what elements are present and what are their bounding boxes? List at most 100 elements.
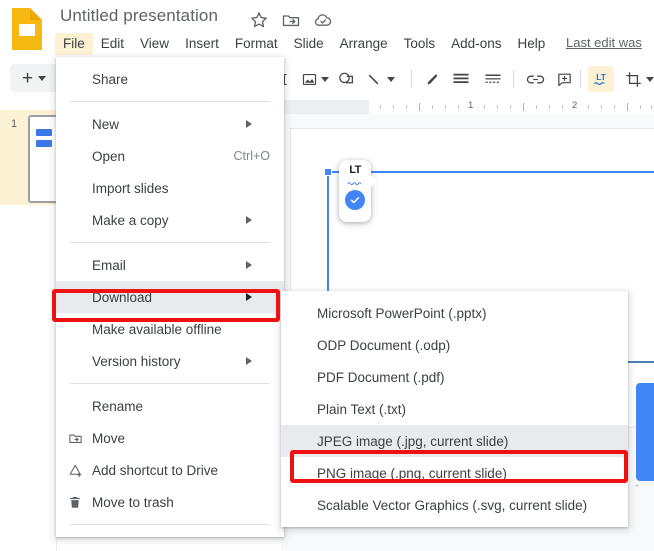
menu-item-shortcut: Ctrl+O <box>233 149 270 163</box>
plus-icon: + <box>21 67 34 89</box>
menu-item-make-a-copy[interactable]: Make a copy <box>56 204 284 236</box>
title-bar: Untitled presentation File Edit View Ins… <box>0 0 654 58</box>
selection-handle[interactable] <box>324 168 332 176</box>
horizontal-ruler[interactable]: 1 2 <box>281 100 654 114</box>
selection-outline-top <box>327 171 654 173</box>
submenu-item-pptx[interactable]: Microsoft PowerPoint (.pptx) <box>281 297 628 329</box>
language-tool-wave-icon <box>347 182 362 185</box>
submenu-arrow-icon <box>246 216 270 224</box>
align-icon[interactable] <box>451 66 471 92</box>
download-submenu[interactable]: Microsoft PowerPoint (.pptx) ODP Documen… <box>281 291 628 527</box>
menu-item-label: Make available offline <box>92 321 222 337</box>
file-menu-dropdown[interactable]: Share New Open Ctrl+O Import slides Make… <box>56 57 284 537</box>
menu-item-rename[interactable]: Rename <box>56 390 284 422</box>
menu-help[interactable]: Help <box>509 33 553 55</box>
menu-arrange[interactable]: Arrange <box>332 33 396 55</box>
menu-item-label: Move to trash <box>92 494 174 510</box>
move-to-folder-icon[interactable] <box>281 10 301 30</box>
menu-file[interactable]: File <box>55 33 93 55</box>
menu-item-label: Version history <box>92 353 181 369</box>
menu-item-label: Download <box>92 289 153 305</box>
slide-filmstrip[interactable]: 1 <box>0 100 68 551</box>
menu-divider <box>70 242 270 243</box>
submenu-item-png[interactable]: PNG image (.png, current slide) <box>281 457 628 489</box>
language-tool-chip[interactable]: LT <box>339 160 377 222</box>
toolbar-divider-2 <box>513 70 514 88</box>
submenu-item-svg[interactable]: Scalable Vector Graphics (.svg, current … <box>281 489 628 521</box>
menu-item-label: Add shortcut to Drive <box>92 462 219 478</box>
diagram-box[interactable] <box>636 383 654 481</box>
new-slide-button[interactable]: + <box>10 64 58 92</box>
crop-chevron-icon[interactable] <box>645 66 654 92</box>
submenu-item-pdf[interactable]: PDF Document (.pdf) <box>281 361 628 393</box>
alignment-guide <box>636 485 654 486</box>
submenu-item-label: PNG image (.png, current slide) <box>317 465 507 481</box>
submenu-arrow-icon <box>246 261 270 269</box>
submenu-item-label: PDF Document (.pdf) <box>317 369 445 385</box>
submenu-item-label: ODP Document (.odp) <box>317 337 451 353</box>
language-tool-icon[interactable]: LT <box>588 66 614 92</box>
menu-edit[interactable]: Edit <box>93 33 132 55</box>
google-slides-window: Untitled presentation File Edit View Ins… <box>0 0 654 551</box>
menu-addons[interactable]: Add-ons <box>443 33 509 55</box>
selection-outline-left <box>327 171 329 304</box>
line-chevron-icon[interactable] <box>386 66 396 92</box>
submenu-item-jpeg[interactable]: JPEG image (.jpg, current slide) <box>281 425 628 457</box>
menu-item-import-slides[interactable]: Import slides <box>56 172 284 204</box>
ruler-margin-area <box>281 100 369 114</box>
menu-divider <box>70 524 270 525</box>
chevron-down-icon[interactable] <box>38 75 47 81</box>
menu-item-move-to-trash[interactable]: Move to trash <box>56 486 284 518</box>
submenu-item-label: Microsoft PowerPoint (.pptx) <box>317 305 487 321</box>
menu-item-new[interactable]: New <box>56 108 284 140</box>
thumbnail-shape <box>36 140 52 147</box>
filmstrip-slide-1[interactable]: 1 <box>0 110 68 205</box>
svg-text:LT: LT <box>596 72 606 82</box>
menu-item-open[interactable]: Open Ctrl+O <box>56 140 284 172</box>
menu-item-move[interactable]: Move <box>56 422 284 454</box>
toolbar-divider <box>411 70 412 88</box>
menu-item-label: Share <box>92 71 129 87</box>
menu-insert[interactable]: Insert <box>177 33 227 55</box>
slides-logo-icon[interactable] <box>8 6 46 52</box>
ruler-label-1: 1 <box>468 100 474 111</box>
submenu-item-label: Plain Text (.txt) <box>317 401 407 417</box>
menu-item-add-shortcut-to-drive[interactable]: Add shortcut to Drive <box>56 454 284 486</box>
add-shortcut-icon <box>67 462 83 478</box>
insert-image-chevron-icon[interactable] <box>320 66 330 92</box>
line-icon[interactable] <box>364 66 382 92</box>
insert-link-icon[interactable] <box>525 66 545 92</box>
menu-item-version-history[interactable]: Version history <box>56 345 284 377</box>
last-edit-status[interactable]: Last edit was <box>566 35 642 50</box>
menu-tools[interactable]: Tools <box>396 33 444 55</box>
toolbar-divider-3 <box>580 70 581 88</box>
check-circle-icon[interactable] <box>345 190 365 210</box>
star-icon[interactable] <box>249 10 269 30</box>
pen-icon[interactable] <box>423 66 441 92</box>
insert-image-icon[interactable] <box>300 66 318 92</box>
comment-icon[interactable] <box>554 66 574 92</box>
ruler-label-2: 2 <box>572 100 578 111</box>
menu-divider <box>70 383 270 384</box>
menu-item-label: Email <box>92 257 126 273</box>
submenu-arrow-icon <box>246 120 270 128</box>
menu-item-label: Import slides <box>92 180 169 196</box>
line-spacing-icon[interactable] <box>483 66 503 92</box>
move-folder-icon <box>67 430 83 446</box>
crop-icon[interactable] <box>624 66 642 92</box>
document-title[interactable]: Untitled presentation <box>60 6 218 26</box>
shape-icon[interactable] <box>336 66 356 92</box>
menu-item-make-available-offline[interactable]: Make available offline <box>56 313 284 345</box>
menu-view[interactable]: View <box>132 33 177 55</box>
submenu-item-txt[interactable]: Plain Text (.txt) <box>281 393 628 425</box>
trash-icon <box>67 494 83 510</box>
menu-item-label: Make a copy <box>92 212 169 228</box>
language-tool-label: LT <box>349 164 361 176</box>
menu-item-download[interactable]: Download <box>56 281 284 313</box>
menu-item-email[interactable]: Email <box>56 249 284 281</box>
menu-format[interactable]: Format <box>227 33 286 55</box>
cloud-saved-icon[interactable] <box>313 10 333 30</box>
menu-item-share[interactable]: Share <box>56 63 284 95</box>
menu-slide[interactable]: Slide <box>286 33 332 55</box>
submenu-item-odp[interactable]: ODP Document (.odp) <box>281 329 628 361</box>
